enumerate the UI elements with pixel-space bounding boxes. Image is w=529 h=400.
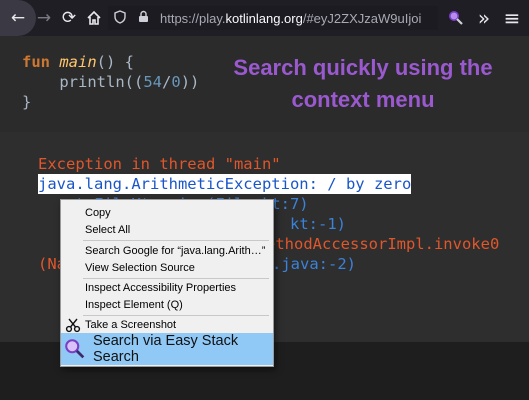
selected-text[interactable]: java.lang.ArithmeticException: / by zero [38, 174, 412, 194]
hamburger-menu-icon: ≡ [503, 6, 521, 30]
home-button[interactable] [80, 4, 108, 32]
promo-caption: Search quickly using the context menu [233, 55, 493, 112]
menu-item-inspect-accessibility[interactable]: Inspect Accessibility Properties [85, 279, 236, 297]
arrow-right-icon: → [36, 8, 52, 28]
menu-separator [83, 240, 269, 241]
lock-icon[interactable] [138, 10, 154, 26]
address-bar[interactable]: https://play.kotlinlang.org/#eyJ2ZXJzaW9… [108, 6, 438, 30]
reload-icon: ⟳ [61, 8, 77, 28]
menu-item-view-selection-source[interactable]: View Selection Source [85, 259, 195, 277]
browser-toolbar: ← → ⟳ https://play.kotlinlang.org/#eyJ2Z… [0, 0, 529, 36]
context-menu: Copy Select All Search Google for “java.… [60, 199, 274, 367]
menu-item-search-google[interactable]: Search Google for “java.lang.Arith…” [85, 242, 265, 260]
home-icon [87, 10, 101, 25]
code-block[interactable]: fun main() { println((54/0)) } [22, 52, 199, 112]
shield-icon[interactable] [114, 9, 130, 27]
menu-item-take-screenshot[interactable]: Take a Screenshot [85, 316, 176, 334]
app-menu-button[interactable]: ≡ [498, 4, 526, 32]
menu-item-inspect-element[interactable]: Inspect Element (Q) [85, 296, 183, 314]
stack-trace-link[interactable]: .java:-2) [272, 254, 356, 274]
url-text[interactable]: https://play.kotlinlang.org/#eyJ2ZXJzaW9… [160, 11, 430, 26]
code-line-3: } [22, 93, 32, 111]
arrow-left-icon: ← [10, 8, 26, 28]
easy-stack-search-extension-icon[interactable] [446, 8, 466, 28]
menu-item-label: Search via Easy Stack Search [93, 333, 239, 365]
chevron-double-right-icon: » [477, 6, 491, 30]
magnifier-icon [65, 339, 85, 359]
menu-item-select-all[interactable]: Select All [85, 221, 130, 239]
scissors-icon [65, 318, 81, 333]
output-line: ethodAccessorImpl.invoke0 [266, 235, 500, 253]
code-line-1: fun main() { [22, 53, 134, 71]
reload-button[interactable]: ⟳ [55, 4, 83, 32]
output-line: Exception in thread "main" [38, 155, 281, 173]
menu-item-copy[interactable]: Copy [85, 204, 111, 222]
forward-button[interactable]: → [30, 4, 58, 32]
menu-item-easy-stack-search[interactable]: Search via Easy Stack Search [61, 333, 273, 365]
overflow-button[interactable]: » [470, 4, 498, 32]
stack-trace-link[interactable]: kt:-1) [290, 214, 346, 234]
code-line-2: println((54/0)) [22, 73, 200, 91]
